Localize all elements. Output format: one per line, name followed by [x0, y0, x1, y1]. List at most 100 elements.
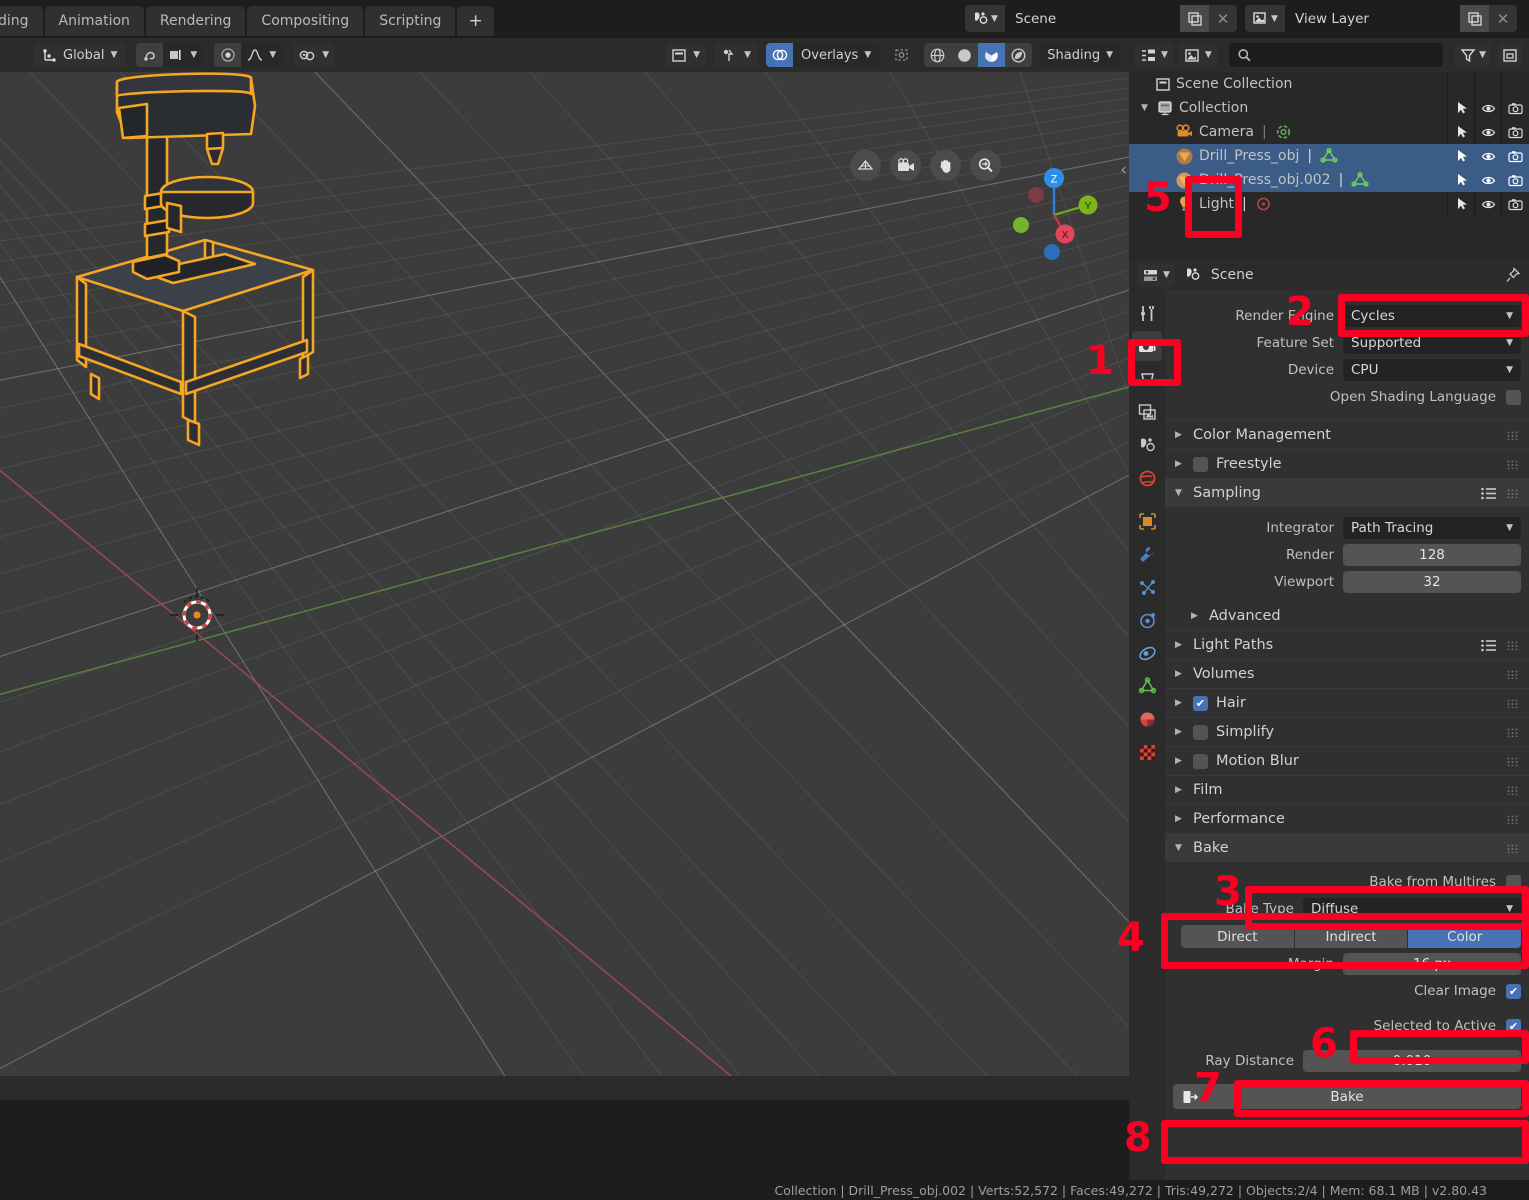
- outliner-row-camera[interactable]: Camera |: [1129, 120, 1529, 144]
- scene-name-field[interactable]: Scene: [1005, 5, 1180, 32]
- overlays-toggle[interactable]: [766, 43, 794, 67]
- bake-type-dropdown[interactable]: Diffuse ▼: [1303, 898, 1521, 920]
- tab-output[interactable]: [1132, 364, 1162, 394]
- disable-in-render-toggle-icon[interactable]: [1502, 144, 1529, 168]
- osl-checkbox[interactable]: [1506, 389, 1521, 405]
- pin-icon[interactable]: [1505, 267, 1521, 283]
- outliner-row-collection[interactable]: ▼ Collection: [1129, 96, 1529, 120]
- selectable-toggle-icon[interactable]: [1448, 96, 1475, 120]
- tab-physics[interactable]: [1132, 605, 1162, 635]
- properties-body[interactable]: Render Engine Cycles ▼ Feature Set Suppo…: [1165, 290, 1529, 1180]
- drag-grip-icon[interactable]: [1507, 728, 1520, 737]
- view-layer-name-field[interactable]: View Layer: [1285, 5, 1460, 32]
- selectable-toggle-icon[interactable]: [1448, 192, 1475, 216]
- view-layer-selector[interactable]: ▼ View Layer ✕: [1245, 5, 1517, 32]
- drag-grip-icon[interactable]: [1507, 431, 1520, 440]
- outliner-row-drill-press-obj-002[interactable]: Drill_Press_obj.002 |: [1129, 168, 1529, 192]
- navigation-axis-gizmo[interactable]: Z Y X: [999, 160, 1109, 270]
- panel-hair[interactable]: ▶ Hair: [1165, 688, 1529, 717]
- tab-constraints[interactable]: [1132, 638, 1162, 668]
- outliner-editor[interactable]: ▼ ▼ ▼ Scene Collection ▼ Collection Came…: [1129, 38, 1529, 260]
- clear-image-checkbox[interactable]: [1506, 983, 1521, 999]
- disable-in-render-toggle-icon[interactable]: [1502, 120, 1529, 144]
- tab-scene[interactable]: [1132, 430, 1162, 460]
- drag-grip-icon[interactable]: [1507, 489, 1520, 498]
- selectable-toggle-icon[interactable]: [1448, 168, 1475, 192]
- snap-toggle-button[interactable]: [136, 43, 164, 67]
- xray-toggle[interactable]: [888, 43, 915, 67]
- panel-light-paths[interactable]: ▶ Light Paths: [1165, 630, 1529, 659]
- snapping-magnet-dropdown[interactable]: ▼: [293, 43, 336, 67]
- outliner-row-light[interactable]: Light |: [1129, 192, 1529, 216]
- 3d-viewport[interactable]: Global ▼ ▼ ▼ ▼ ▼ ▼ Overlays ▼ Shading ▼ …: [0, 38, 1129, 1100]
- simplify-checkbox[interactable]: [1193, 724, 1208, 740]
- bake-contribution-color[interactable]: Color: [1408, 925, 1521, 948]
- gizmo-dropdown[interactable]: ▼: [715, 43, 758, 67]
- drag-grip-icon[interactable]: [1507, 699, 1520, 708]
- workspace-tab-scripting[interactable]: Scripting: [365, 6, 456, 36]
- hide-viewport-toggle-icon[interactable]: [1475, 192, 1502, 216]
- properties-editor-type-dropdown[interactable]: ▼: [1137, 263, 1175, 287]
- remove-view-layer-button[interactable]: ✕: [1489, 5, 1517, 32]
- expand-triangle-icon[interactable]: ▼: [1141, 103, 1151, 113]
- rendered-shading-button[interactable]: [1005, 43, 1033, 67]
- scene-selector[interactable]: ▼ Scene ✕: [965, 5, 1237, 32]
- outliner-search-input[interactable]: [1228, 43, 1444, 67]
- preset-list-icon[interactable]: [1481, 487, 1497, 500]
- bake-contribution-indirect[interactable]: Indirect: [1294, 925, 1408, 948]
- viewport-canvas[interactable]: Z Y X ‹: [0, 72, 1129, 1100]
- camera-view-icon[interactable]: [890, 150, 921, 181]
- scene-icon[interactable]: ▼: [965, 5, 1005, 32]
- panel-volumes[interactable]: ▶ Volumes: [1165, 659, 1529, 688]
- drag-grip-icon[interactable]: [1507, 460, 1520, 469]
- drag-grip-icon[interactable]: [1507, 786, 1520, 795]
- drill-press-model[interactable]: [55, 72, 355, 592]
- outliner-new-collection-button[interactable]: [1497, 43, 1523, 67]
- overlays-dropdown[interactable]: Overlays ▼: [793, 43, 880, 67]
- panel-film[interactable]: ▶ Film: [1165, 775, 1529, 804]
- panel-motion-blur[interactable]: ▶ Motion Blur: [1165, 746, 1529, 775]
- drag-grip-icon[interactable]: [1507, 757, 1520, 766]
- remove-scene-button[interactable]: ✕: [1209, 5, 1237, 32]
- freestyle-checkbox[interactable]: [1193, 456, 1208, 472]
- hide-viewport-toggle-icon[interactable]: [1475, 120, 1502, 144]
- selectable-toggle-icon[interactable]: [1448, 144, 1475, 168]
- preset-list-icon[interactable]: [1481, 639, 1497, 652]
- hide-viewport-toggle-icon[interactable]: [1475, 168, 1502, 192]
- bake-contribution-direct[interactable]: Direct: [1181, 925, 1294, 948]
- motion-blur-checkbox[interactable]: [1193, 753, 1208, 769]
- drag-grip-icon[interactable]: [1507, 670, 1520, 679]
- selectable-toggle-icon[interactable]: [1448, 120, 1475, 144]
- outliner-display-mode-dropdown[interactable]: ▼: [1178, 43, 1217, 67]
- add-workspace-button[interactable]: +: [457, 6, 494, 36]
- disable-in-render-toggle-icon[interactable]: [1502, 96, 1529, 120]
- hair-checkbox[interactable]: [1193, 695, 1208, 711]
- disable-in-render-toggle-icon[interactable]: [1502, 192, 1529, 216]
- panel-sampling[interactable]: ▼ Sampling: [1165, 478, 1529, 507]
- workspace-tab-animation[interactable]: Animation: [44, 6, 144, 36]
- transform-orientation-dropdown[interactable]: Global ▼: [34, 43, 126, 67]
- tab-material[interactable]: [1132, 704, 1162, 734]
- pan-hand-icon[interactable]: [930, 150, 961, 181]
- panel-advanced[interactable]: ▶ Advanced: [1165, 601, 1529, 630]
- proportional-falloff-dropdown[interactable]: ▼: [241, 43, 283, 67]
- zoom-icon[interactable]: [970, 150, 1001, 181]
- solid-shading-button[interactable]: [951, 43, 979, 67]
- hide-viewport-toggle-icon[interactable]: [1475, 144, 1502, 168]
- workspace-tab-rendering[interactable]: Rendering: [145, 6, 246, 36]
- integrator-dropdown[interactable]: Path Tracing ▼: [1343, 517, 1521, 539]
- panel-simplify[interactable]: ▶ Simplify: [1165, 717, 1529, 746]
- tab-particles[interactable]: [1132, 572, 1162, 602]
- disable-in-render-toggle-icon[interactable]: [1502, 168, 1529, 192]
- tab-object[interactable]: [1132, 506, 1162, 536]
- hide-viewport-toggle-icon[interactable]: [1475, 96, 1502, 120]
- view-layer-icon[interactable]: ▼: [1245, 5, 1285, 32]
- properties-editor[interactable]: ▼ Scene Render Engine Cycles ▼ Feature S…: [1129, 260, 1529, 1180]
- drag-grip-icon[interactable]: [1507, 815, 1520, 824]
- ray-distance-field[interactable]: 0.010: [1303, 1050, 1521, 1072]
- bake-button[interactable]: Bake: [1173, 1084, 1521, 1109]
- margin-field[interactable]: 16 px: [1343, 953, 1521, 975]
- feature-set-dropdown[interactable]: Supported ▼: [1343, 332, 1521, 354]
- selected-to-active-checkbox[interactable]: [1506, 1018, 1521, 1034]
- tab-render[interactable]: [1132, 331, 1162, 361]
